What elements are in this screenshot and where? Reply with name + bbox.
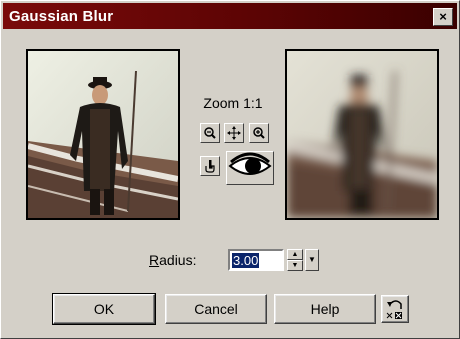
title-bar[interactable]: Gaussian Blur ×: [3, 3, 457, 29]
reset-icon: [386, 300, 402, 319]
close-icon: ×: [439, 9, 447, 24]
original-image: [28, 51, 178, 218]
preview-toggle-button[interactable]: [226, 151, 274, 185]
blurred-image: [287, 51, 437, 218]
radius-accel-key: R: [149, 252, 160, 268]
zoom-out-button[interactable]: [200, 123, 220, 143]
spin-down-button[interactable]: ▼: [287, 260, 303, 271]
zoom-in-button[interactable]: [249, 123, 269, 143]
radius-label: Radius:: [149, 252, 196, 268]
pan-button[interactable]: [224, 123, 244, 143]
window-title: Gaussian Blur: [9, 8, 114, 25]
zoom-in-icon: [253, 127, 265, 139]
move-icon: [227, 126, 241, 140]
cancel-button[interactable]: Cancel: [165, 294, 267, 324]
hand-pointer-icon: [205, 160, 215, 173]
original-preview[interactable]: [26, 49, 180, 220]
locate-button[interactable]: [200, 156, 220, 176]
radius-dropdown-button[interactable]: ▼: [305, 249, 319, 271]
blurred-preview[interactable]: [285, 49, 439, 220]
zoom-level-label: Zoom 1:1: [203, 95, 263, 111]
gaussian-blur-dialog: Gaussian Blur × Zoom 1:1 Radius: 3.00 ▲ …: [0, 0, 460, 339]
eye-icon: [228, 152, 272, 175]
radius-input[interactable]: 3.00: [228, 249, 284, 271]
zoom-out-icon: [204, 127, 216, 139]
radius-spinner[interactable]: ▲ ▼: [287, 249, 303, 271]
radius-value: 3.00: [232, 253, 260, 268]
help-button[interactable]: Help: [274, 294, 376, 324]
radius-label-text: adius:: [159, 252, 197, 268]
spin-up-button[interactable]: ▲: [287, 249, 303, 260]
ok-button[interactable]: OK: [52, 293, 156, 325]
reset-button[interactable]: [381, 295, 409, 323]
close-button[interactable]: ×: [433, 8, 453, 26]
